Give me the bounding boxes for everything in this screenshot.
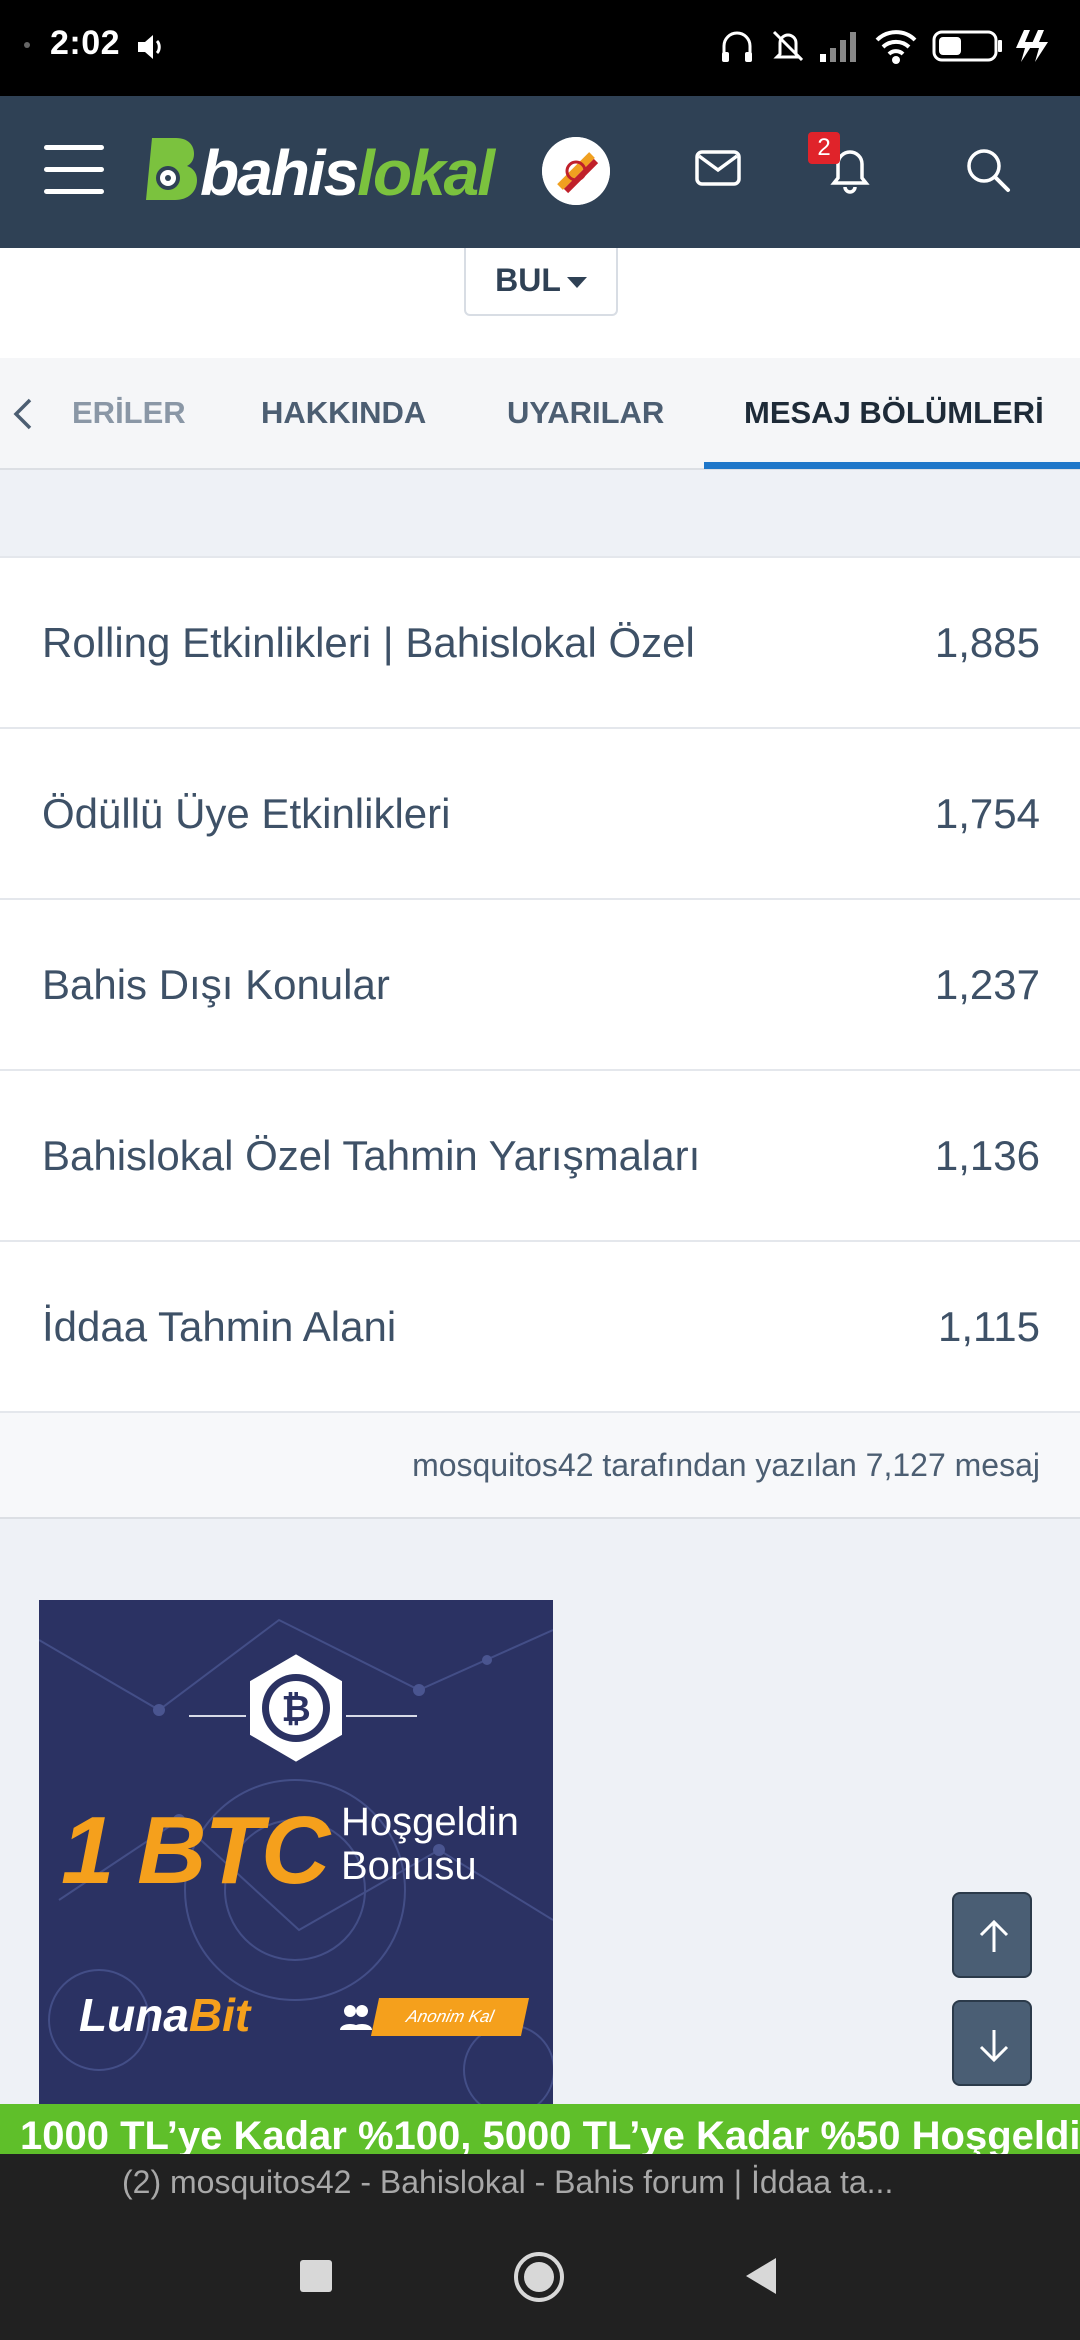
avatar-emblem-icon xyxy=(542,137,610,205)
ad-headline-line2: Bonusu xyxy=(341,1844,477,1888)
users-icon xyxy=(340,2005,372,2030)
notification-count-badge: 2 xyxy=(808,132,840,164)
section-count: 1,115 xyxy=(938,1303,1040,1350)
find-button[interactable]: BUL xyxy=(464,248,618,316)
section-name: Ödüllü Üye Etkinlikleri xyxy=(42,790,451,837)
section-count: 1,237 xyxy=(934,961,1040,1008)
logo-text-part2: lokal xyxy=(357,137,495,209)
ad-amount: 1 BTC xyxy=(61,1797,330,1904)
section-count: 1,754 xyxy=(934,790,1040,837)
search-icon[interactable] xyxy=(964,146,1012,194)
battery-level: 40 xyxy=(961,32,987,57)
wifi-icon xyxy=(875,30,917,64)
arrow-down-icon xyxy=(979,2030,1009,2063)
promo-marquee-text: 1000 TL’ye Kadar %100, 5000 TL’ye Kadar … xyxy=(20,2114,1080,2154)
headphones-icon xyxy=(722,31,752,62)
list-item[interactable]: Bahis Dışı Konular 1,237 xyxy=(0,900,1080,1071)
ad-brand-part1: Luna xyxy=(79,1989,189,2041)
back-icon[interactable] xyxy=(740,2254,780,2298)
section-name: Bahislokal Özel Tahmin Yarışmaları xyxy=(42,1132,701,1179)
user-avatar[interactable] xyxy=(542,137,610,205)
logo-mark-icon xyxy=(146,138,197,200)
section-name: Bahis Dışı Konular xyxy=(42,961,390,1008)
tab-uyarilar[interactable]: UYARILAR xyxy=(507,358,664,468)
system-navigation-bar xyxy=(0,2212,1080,2340)
advertisement-banner[interactable]: ₿ 1 BTC Hoşgeldin Bonusu LunaBit Anonim … xyxy=(39,1600,553,2110)
logo-text: bahislokal xyxy=(200,136,495,210)
status-time: 2:02 xyxy=(50,24,121,62)
hamburger-menu-icon[interactable] xyxy=(44,145,104,195)
logo-text-part1: bahis xyxy=(200,137,359,209)
tab-mesaj-bolumleri[interactable]: MESAJ BÖLÜMLERİ xyxy=(744,358,1044,468)
volume-icon xyxy=(138,35,161,59)
profile-tabs: ERİLER HAKKINDA UYARILAR MESAJ BÖLÜMLERİ xyxy=(0,358,1080,470)
ad-headline: Hoşgeldin Bonusu xyxy=(341,1800,519,1888)
tab-eriler[interactable]: ERİLER xyxy=(72,358,186,468)
browser-page-title-text: (2) mosquitos42 - Bahislokal - Bahis for… xyxy=(122,2164,894,2200)
signal-icon xyxy=(820,32,856,62)
ad-tag: Anonim Kal xyxy=(370,1998,530,2036)
scroll-to-bottom-button[interactable] xyxy=(952,2000,1032,2086)
messages-envelope-icon[interactable] xyxy=(694,148,742,188)
ad-headline-line1: Hoşgeldin xyxy=(341,1800,519,1844)
section-name: İddaa Tahmin Alani xyxy=(42,1303,397,1350)
list-item[interactable]: İddaa Tahmin Alani 1,115 xyxy=(0,1242,1080,1413)
section-gap xyxy=(0,472,1080,556)
list-item[interactable]: Ödüllü Üye Etkinlikleri 1,754 xyxy=(0,729,1080,900)
status-bar: 2:02 40 xyxy=(0,0,1080,96)
browser-page-title: (2) mosquitos42 - Bahislokal - Bahis for… xyxy=(0,2154,1080,2212)
message-summary: mosquitos42 tarafından yazılan 7,127 mes… xyxy=(0,1413,1080,1519)
scroll-to-top-button[interactable] xyxy=(952,1892,1032,1978)
notification-dot xyxy=(24,42,30,48)
recent-apps-icon[interactable] xyxy=(296,2256,336,2296)
list-item[interactable]: Bahislokal Özel Tahmin Yarışmaları 1,136 xyxy=(0,1071,1080,1242)
promo-marquee[interactable]: 1000 TL’ye Kadar %100, 5000 TL’ye Kadar … xyxy=(0,2104,1080,2154)
find-button-label: BUL xyxy=(495,262,561,298)
site-logo[interactable]: bahislokal xyxy=(140,134,510,214)
ad-brand: LunaBit xyxy=(79,1988,250,2042)
caret-down-icon xyxy=(566,277,587,289)
arrow-up-icon xyxy=(979,1919,1009,1952)
active-tab-indicator xyxy=(704,462,1080,469)
svg-text:₿: ₿ xyxy=(281,1688,310,1729)
tabs-scroll-left-button[interactable] xyxy=(0,358,72,468)
list-item[interactable]: Rolling Etkinlikleri | Bahislokal Özel 1… xyxy=(0,558,1080,729)
charging-icon xyxy=(1016,30,1048,62)
home-icon[interactable] xyxy=(512,2250,566,2304)
alarm-off-icon xyxy=(772,30,804,62)
message-summary-text: mosquitos42 tarafından yazılan 7,127 mes… xyxy=(412,1447,1040,1483)
section-count: 1,136 xyxy=(934,1132,1040,1179)
tab-hakkinda[interactable]: HAKKINDA xyxy=(261,358,426,468)
section-name: Rolling Etkinlikleri | Bahislokal Özel xyxy=(42,619,695,666)
chevron-left-icon xyxy=(13,398,32,430)
site-header: bahislokal 2 xyxy=(0,96,1080,248)
section-count: 1,885 xyxy=(934,619,1040,666)
find-area: BUL xyxy=(0,248,1080,358)
message-sections-list: Rolling Etkinlikleri | Bahislokal Özel 1… xyxy=(0,556,1080,1519)
screen: 2:02 40 bahislokal 2 BUL ERİLER HAKKINDA… xyxy=(0,0,1080,2340)
ad-brand-part2: Bit xyxy=(188,1989,251,2041)
